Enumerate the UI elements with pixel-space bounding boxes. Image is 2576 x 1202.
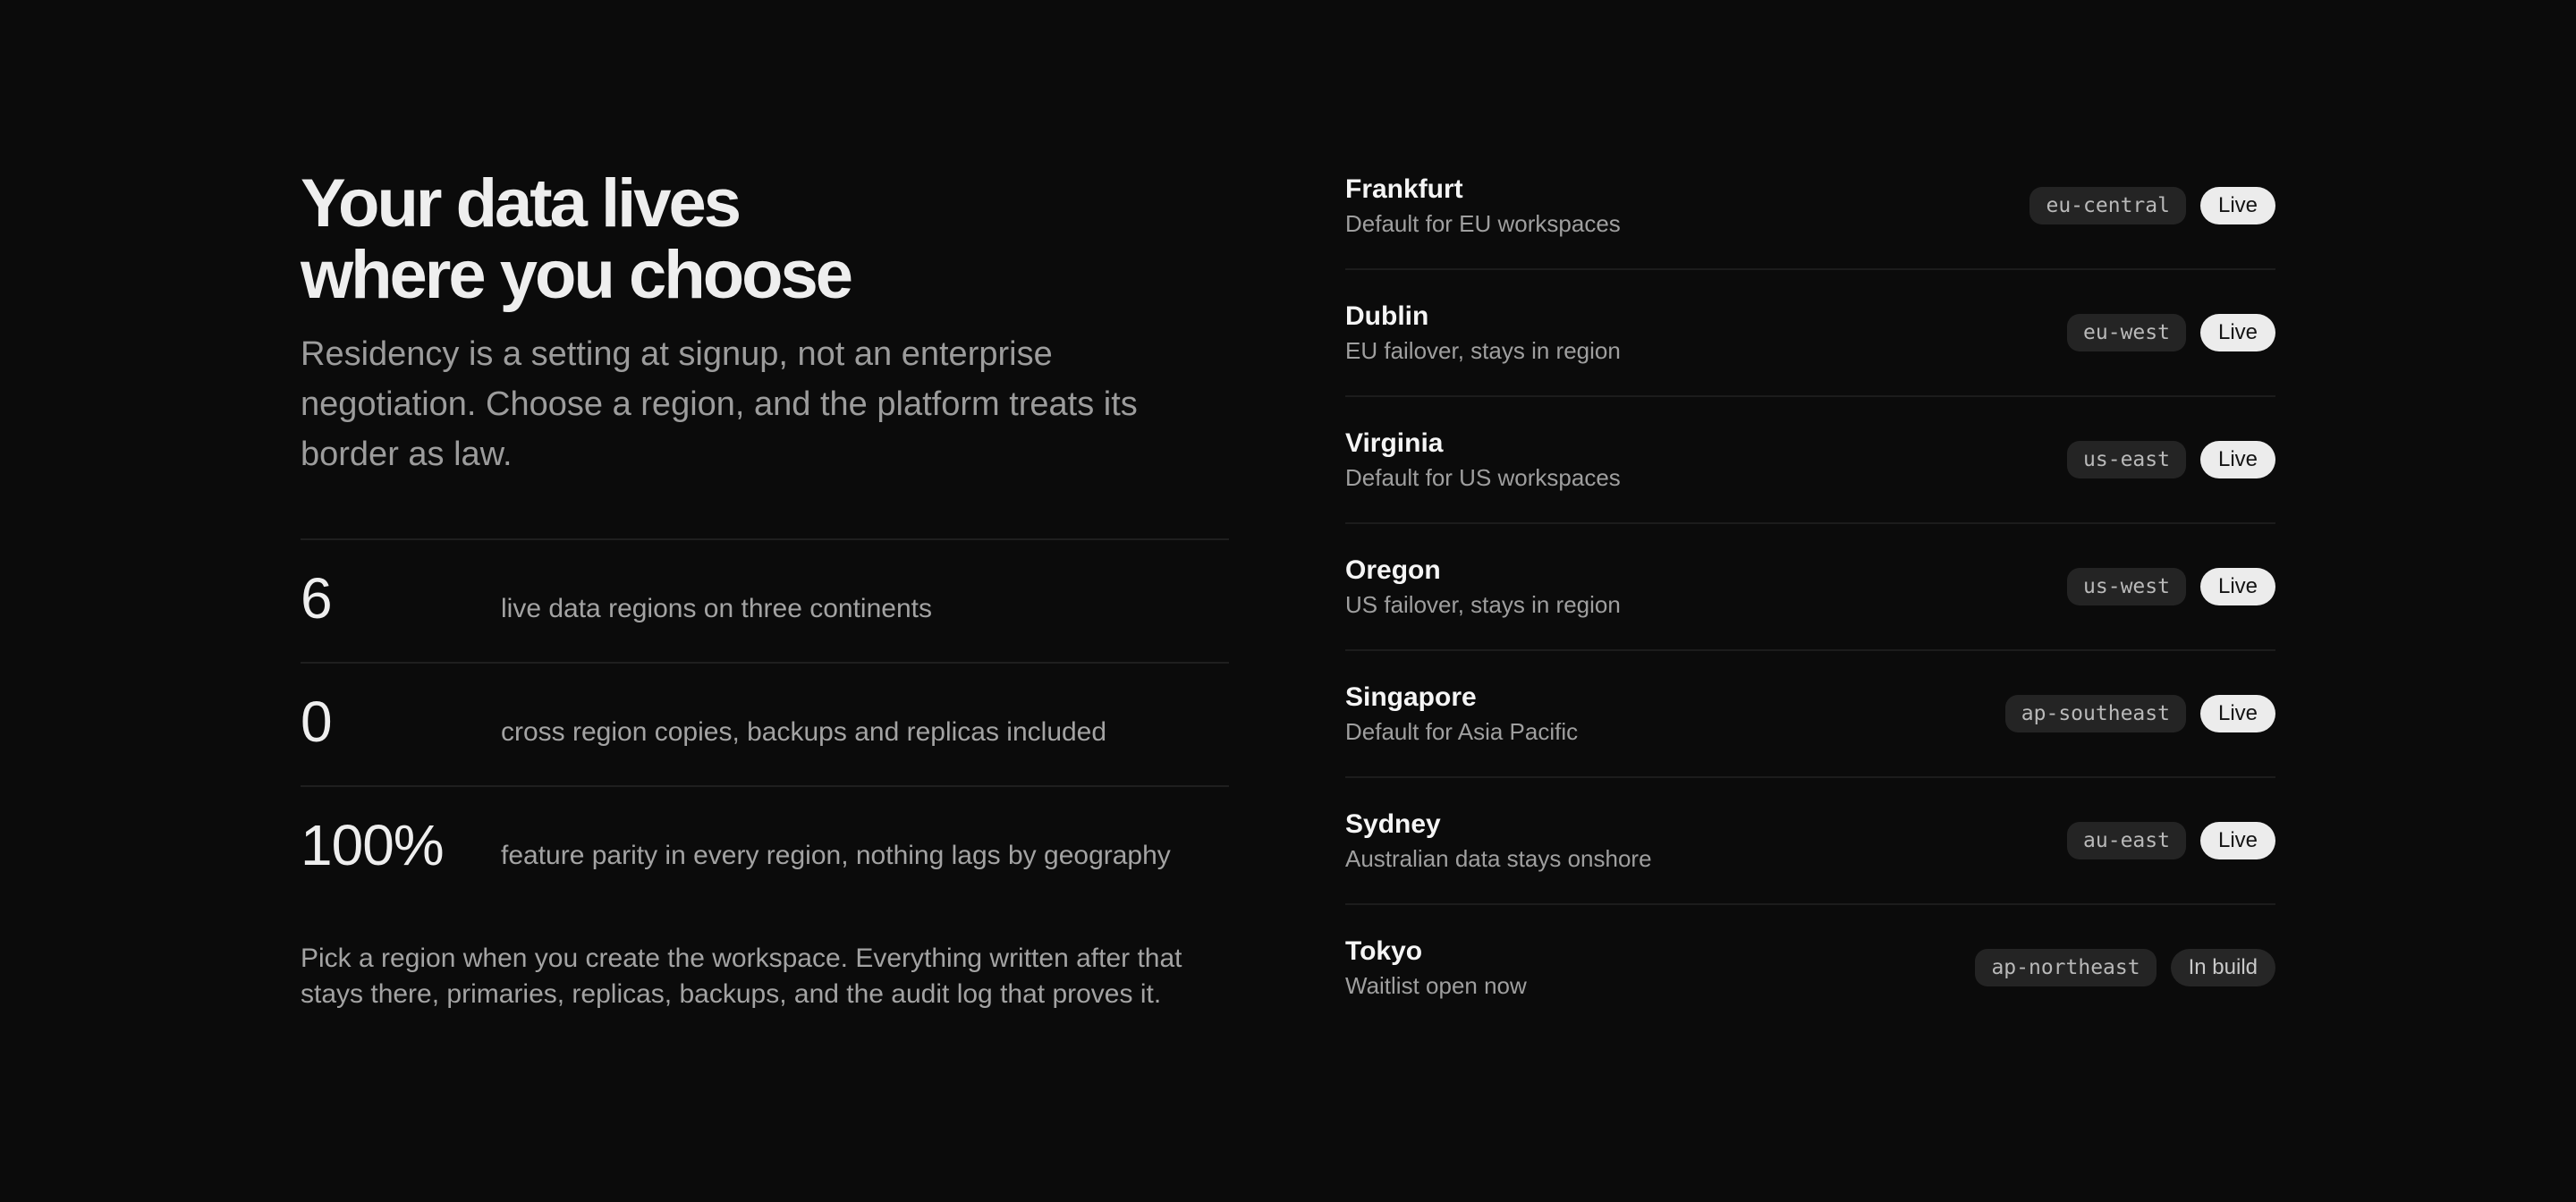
region-note: Default for EU workspaces — [1345, 210, 1621, 237]
page-title: Your data lives where you choose — [301, 168, 1229, 311]
region-note: Waitlist open now — [1345, 972, 1527, 999]
region-note: Default for Asia Pacific — [1345, 718, 1579, 745]
stats-list: 6 live data regions on three continents … — [301, 538, 1229, 909]
region-info: Oregon US failover, stays in region — [1345, 554, 1621, 620]
region-row-oregon: Oregon US failover, stays in region us-w… — [1345, 524, 2275, 651]
region-code-tag: au-east — [2067, 822, 2186, 859]
region-list: Frankfurt Default for EU workspaces eu-c… — [1345, 143, 2275, 1030]
region-info: Dublin EU failover, stays in region — [1345, 300, 1621, 366]
status-badge: Live — [2199, 568, 2275, 605]
region-tags: ap-northeast In build — [1975, 949, 2275, 986]
region-code-tag: eu-west — [2067, 314, 2186, 351]
region-info: Tokyo Waitlist open now — [1345, 935, 1527, 1001]
title-line-1: Your data lives — [301, 165, 741, 241]
residency-intro-section: Your data lives where you choose Residen… — [301, 168, 1229, 1012]
region-name: Tokyo — [1345, 936, 1423, 966]
region-tags: us-west Live — [2067, 568, 2275, 605]
region-info: Singapore Default for Asia Pacific — [1345, 681, 1578, 747]
stat-value: 6 — [301, 566, 333, 631]
region-row-singapore: Singapore Default for Asia Pacific ap-so… — [1345, 651, 2275, 778]
region-name: Virginia — [1345, 428, 1444, 458]
status-badge: Live — [2199, 441, 2275, 478]
region-code-tag: ap-southeast — [2004, 695, 2186, 732]
title-line-2: where you choose — [301, 237, 853, 313]
region-note: EU failover, stays in region — [1345, 337, 1621, 364]
status-badge: Live — [2199, 822, 2275, 859]
region-row-dublin: Dublin EU failover, stays in region eu-w… — [1345, 270, 2275, 397]
stat-description: cross region copies, backups and replica… — [501, 717, 1107, 747]
region-tags: us-east Live — [2067, 441, 2275, 478]
status-badge: Live — [2199, 187, 2275, 224]
region-code-tag: us-west — [2067, 568, 2186, 605]
region-code-tag: eu-central — [2029, 187, 2186, 224]
region-name: Sydney — [1345, 809, 1441, 839]
region-tags: eu-west Live — [2067, 314, 2275, 351]
stat-value: 0 — [301, 690, 333, 754]
stat-row-parity: 100% feature parity in every region, not… — [301, 787, 1229, 909]
stat-description: feature parity in every region, nothing … — [501, 841, 1171, 870]
region-tags: ap-southeast Live — [2004, 695, 2275, 732]
region-note: Default for US workspaces — [1345, 464, 1621, 491]
region-code-tag: ap-northeast — [1975, 949, 2157, 986]
region-info: Virginia Default for US workspaces — [1345, 427, 1621, 493]
region-note: Australian data stays onshore — [1345, 845, 1652, 872]
stat-description: live data regions on three continents — [501, 594, 932, 623]
intro-paragraph: Residency is a setting at signup, not an… — [301, 335, 1138, 473]
region-tags: au-east Live — [2067, 822, 2275, 859]
region-row-sydney: Sydney Australian data stays onshore au-… — [1345, 778, 2275, 905]
region-tags: eu-central Live — [2029, 187, 2275, 224]
stat-row-regions: 6 live data regions on three continents — [301, 540, 1229, 664]
region-row-virginia: Virginia Default for US workspaces us-ea… — [1345, 397, 2275, 524]
region-note: US failover, stays in region — [1345, 591, 1621, 618]
footnote-paragraph: Pick a region when you create the worksp… — [301, 944, 1182, 1009]
stat-value: 100% — [301, 813, 445, 877]
status-badge: In build — [2170, 949, 2275, 986]
region-name: Frankfurt — [1345, 174, 1463, 204]
stat-row-cross-region: 0 cross region copies, backups and repli… — [301, 664, 1229, 787]
region-code-tag: us-east — [2067, 441, 2186, 478]
region-name: Singapore — [1345, 682, 1477, 712]
status-badge: Live — [2199, 314, 2275, 351]
region-name: Oregon — [1345, 555, 1441, 585]
region-row-tokyo: Tokyo Waitlist open now ap-northeast In … — [1345, 905, 2275, 1030]
region-row-frankfurt: Frankfurt Default for EU workspaces eu-c… — [1345, 143, 2275, 270]
region-info: Frankfurt Default for EU workspaces — [1345, 173, 1621, 239]
region-info: Sydney Australian data stays onshore — [1345, 808, 1652, 874]
status-badge: Live — [2199, 695, 2275, 732]
region-name: Dublin — [1345, 301, 1429, 331]
